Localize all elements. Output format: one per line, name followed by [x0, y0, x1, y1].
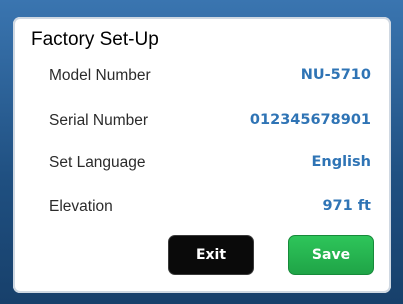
elevation-value[interactable]: 971 ft: [322, 198, 371, 214]
model-number-label: Model Number: [49, 67, 151, 84]
set-language-label: Set Language: [49, 154, 146, 171]
serial-number-label: Serial Number: [49, 112, 149, 129]
model-number-value: NU-5710: [300, 67, 371, 83]
save-button-label: Save: [311, 247, 351, 263]
save-button[interactable]: Save: [288, 235, 374, 275]
elevation-label: Elevation: [49, 198, 113, 215]
field-row-elevation[interactable]: Elevation 971 ft: [13, 198, 391, 222]
screen-background: Factory Set-Up Model Number NU-5710 Seri…: [0, 0, 403, 304]
factory-setup-dialog: Factory Set-Up Model Number NU-5710 Seri…: [13, 17, 391, 293]
exit-button[interactable]: Exit: [168, 235, 254, 275]
dialog-title: Factory Set-Up: [31, 29, 159, 50]
field-row-model-number: Model Number NU-5710: [13, 67, 391, 91]
set-language-value[interactable]: English: [311, 154, 371, 170]
serial-number-value: 012345678901: [249, 112, 371, 128]
exit-button-label: Exit: [195, 247, 227, 263]
field-row-serial-number: Serial Number 012345678901: [13, 112, 391, 136]
field-row-set-language[interactable]: Set Language English: [13, 154, 391, 178]
